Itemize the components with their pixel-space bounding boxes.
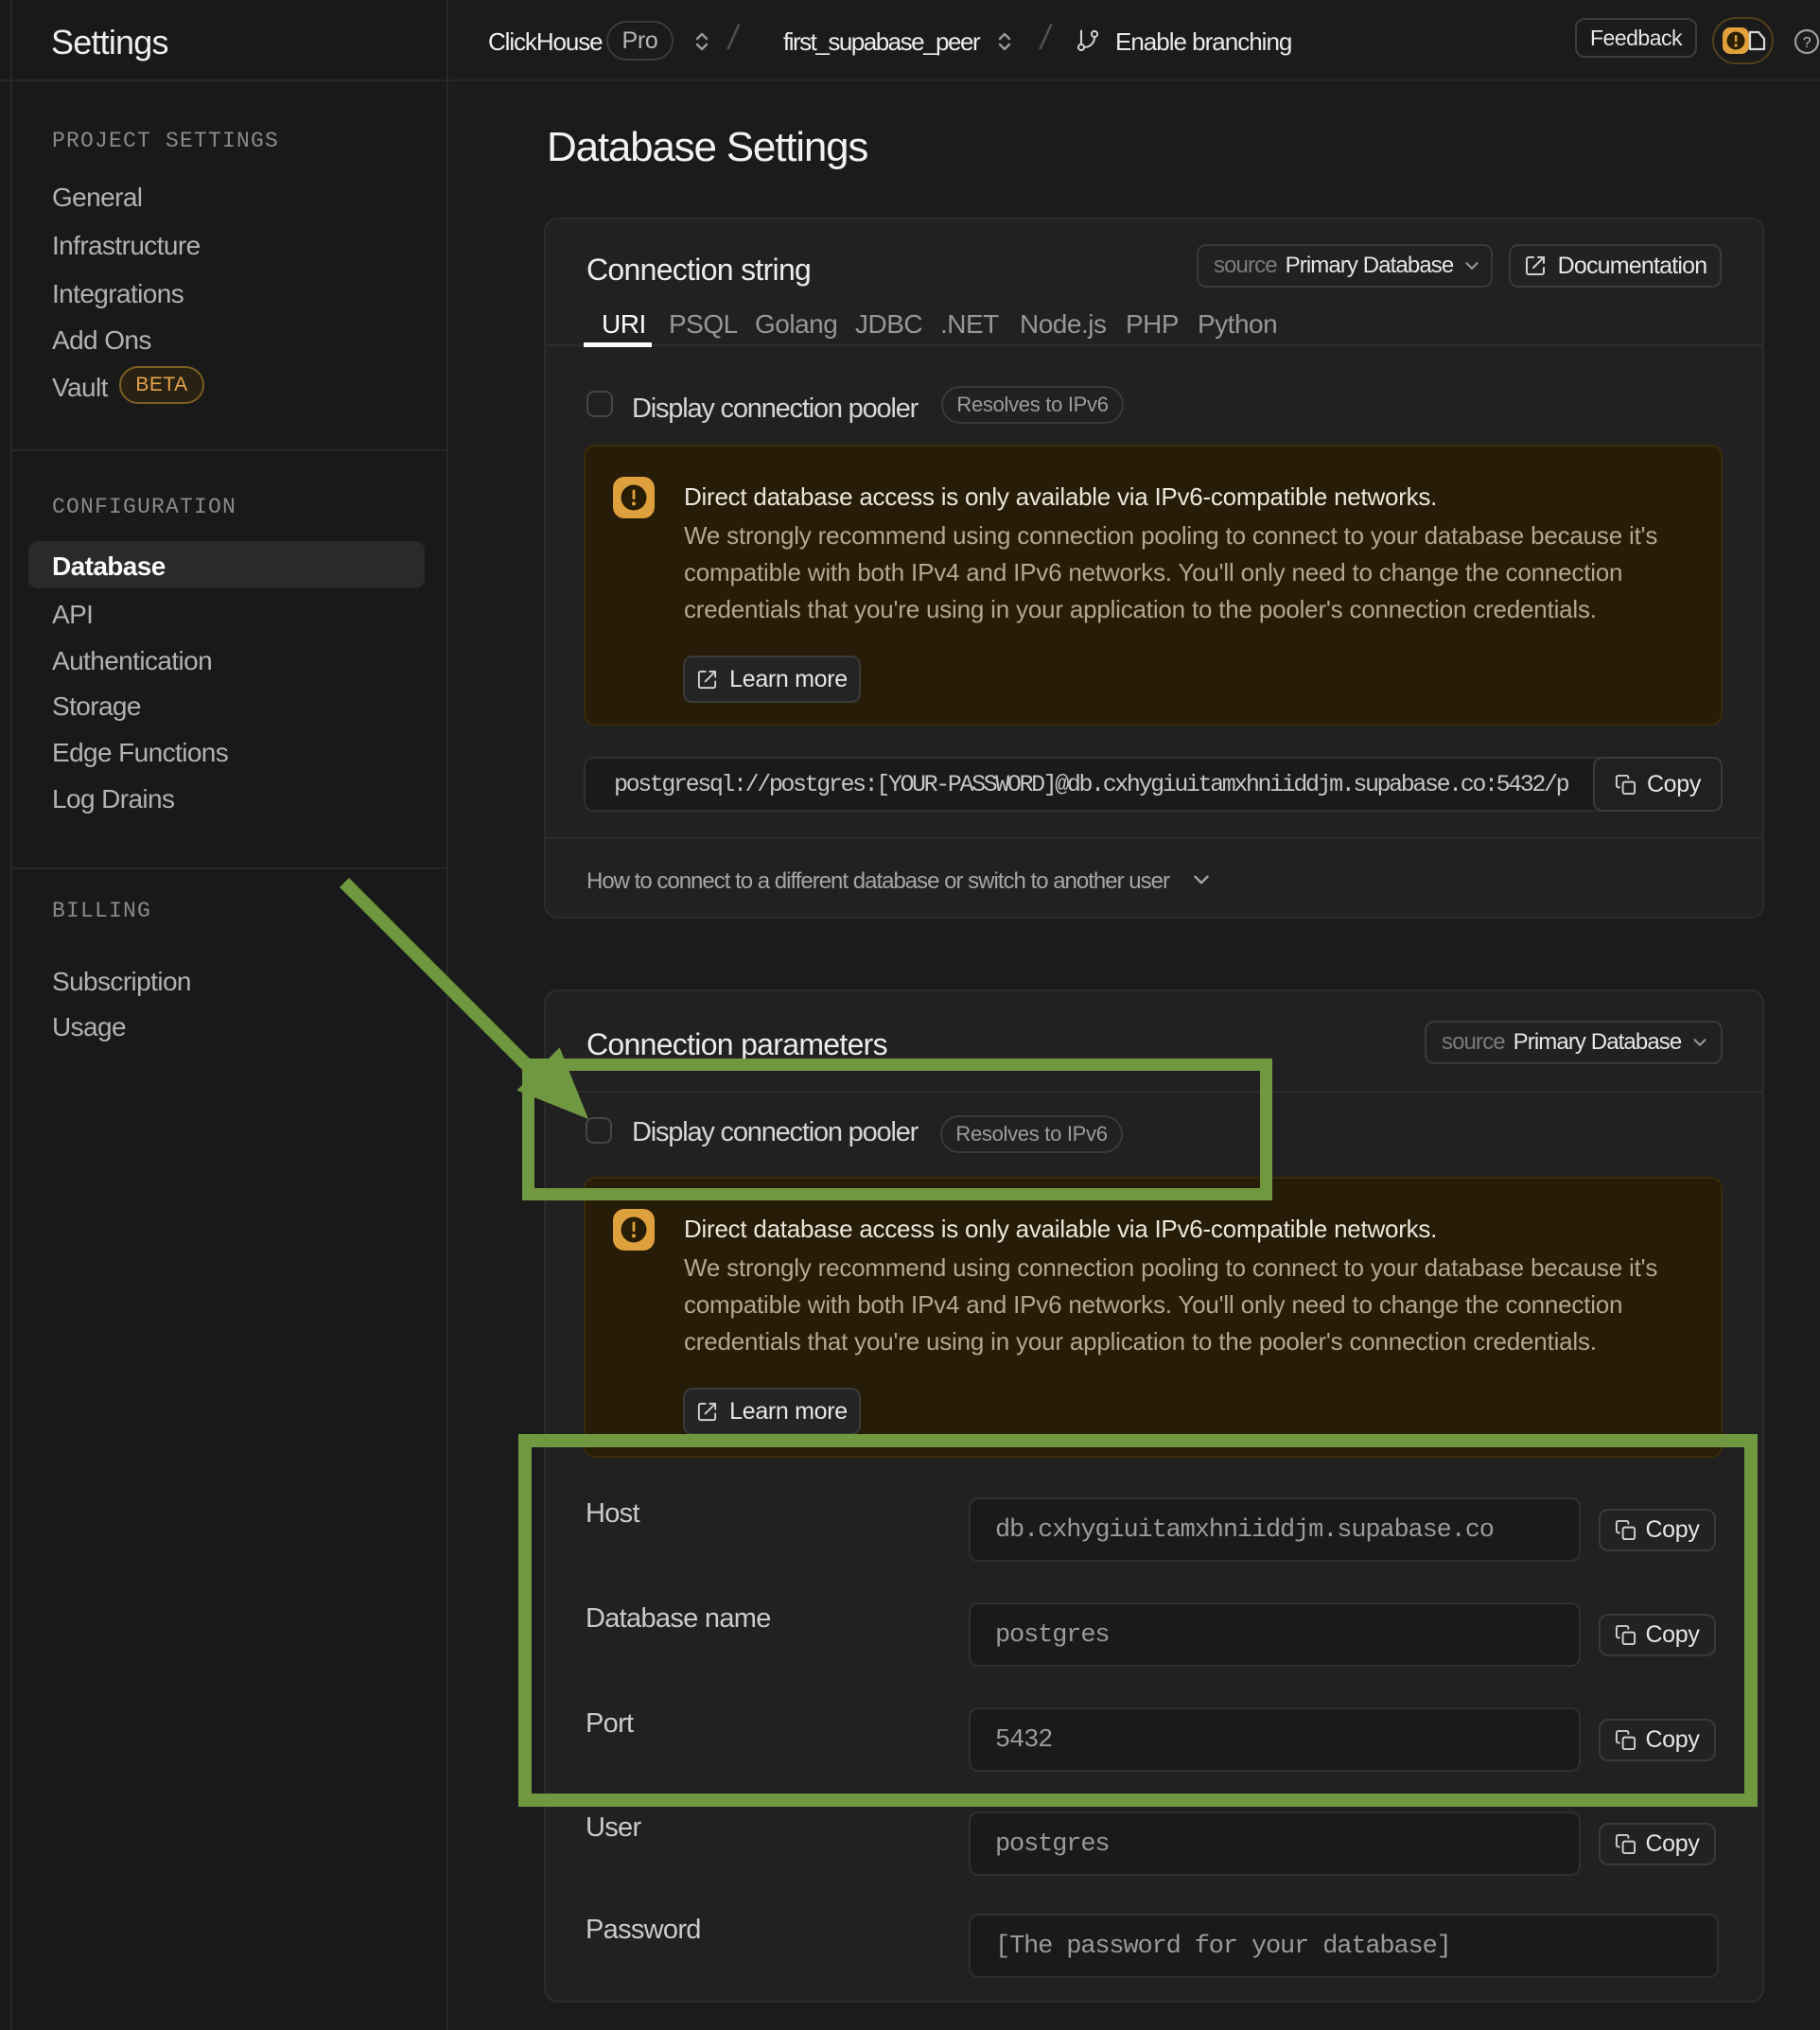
svg-text:?: ? (1803, 35, 1811, 51)
